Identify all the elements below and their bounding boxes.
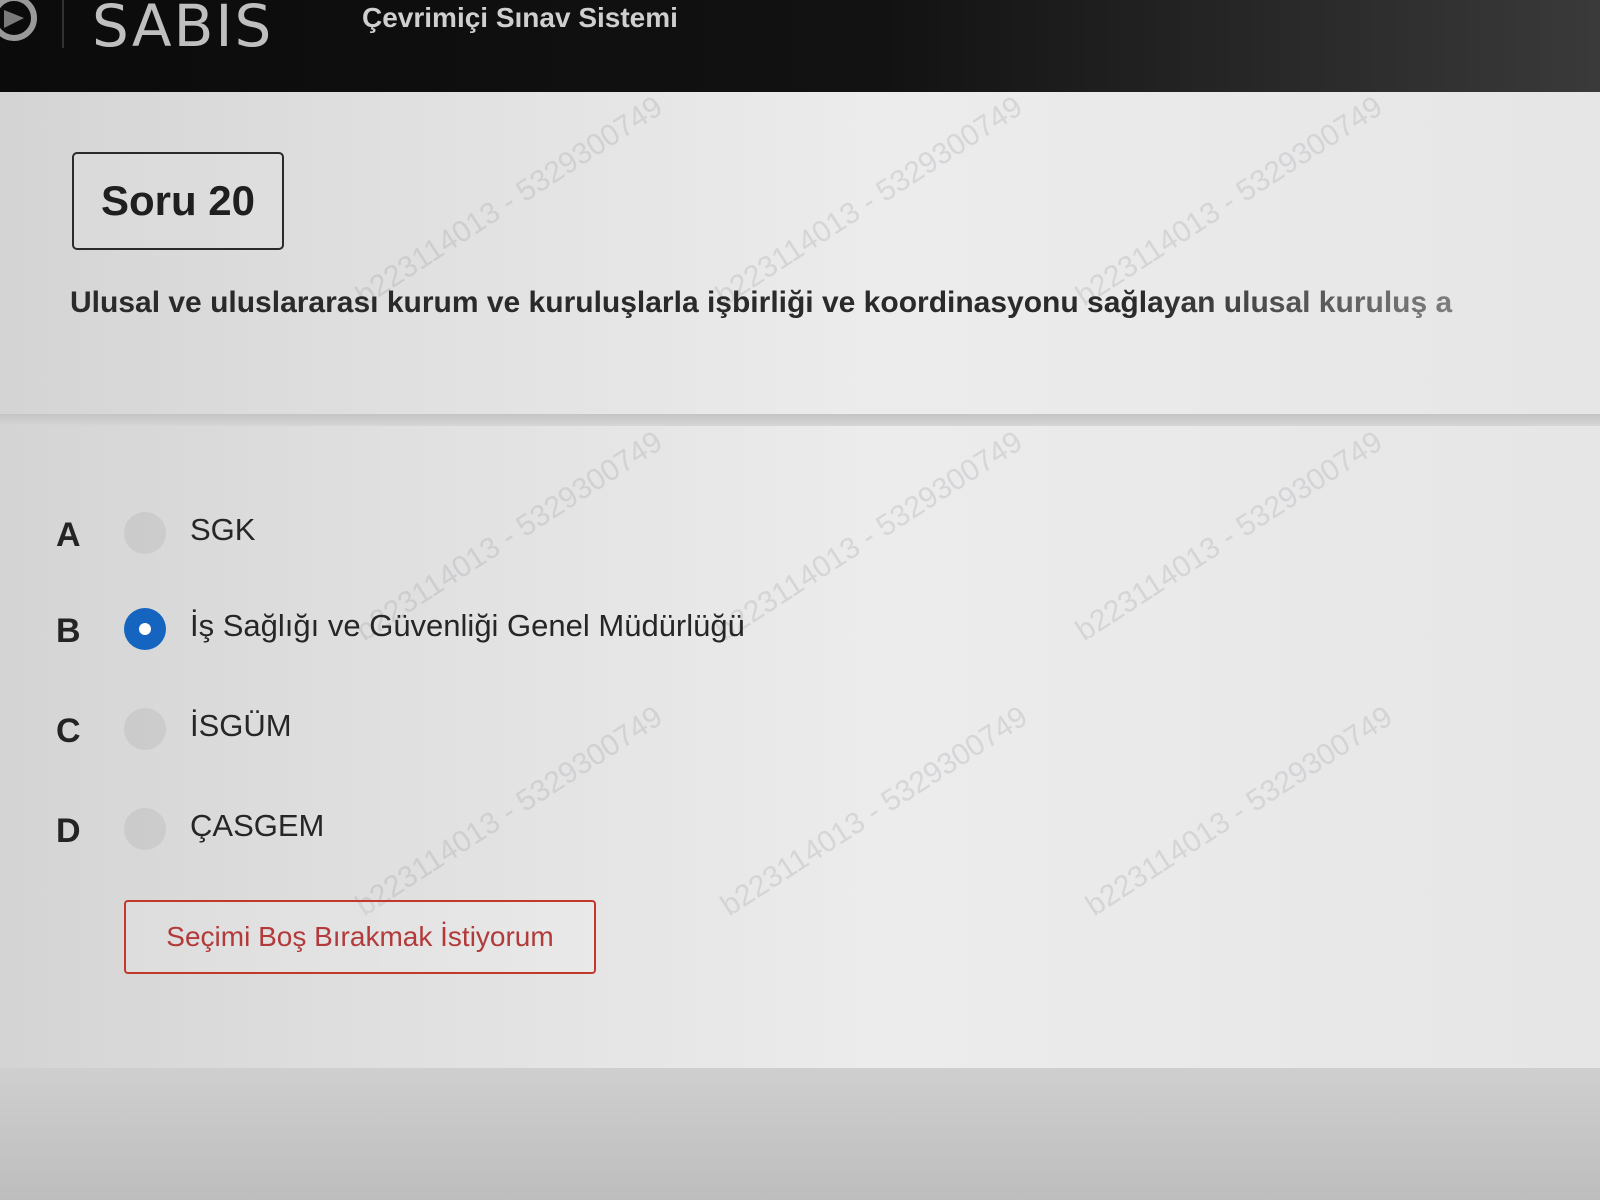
- option-label: İSGÜM: [190, 708, 292, 743]
- brand-title: SABİS: [92, 0, 274, 60]
- radio-button-selected[interactable]: [124, 608, 166, 650]
- question-number-box: Soru 20: [72, 152, 284, 250]
- radio-button[interactable]: [124, 512, 166, 554]
- section-divider: [0, 414, 1600, 426]
- option-label: SGK: [190, 512, 256, 547]
- option-b[interactable]: B İş Sağlığı ve Güvenliği Genel Müdürlüğ…: [0, 608, 900, 672]
- leave-blank-button[interactable]: Seçimi Boş Bırakmak İstiyorum: [124, 900, 596, 974]
- logo-divider: [62, 0, 64, 48]
- option-label: ÇASGEM: [190, 808, 325, 843]
- option-letter: D: [56, 812, 81, 850]
- option-letter: B: [56, 612, 81, 650]
- app-subtitle: Çevrimiçi Sınav Sistemi: [362, 2, 678, 33]
- option-letter: A: [56, 516, 81, 554]
- sabis-logo-icon: [0, 0, 37, 41]
- option-a[interactable]: A SGK: [0, 512, 900, 576]
- option-label: İş Sağlığı ve Güvenliği Genel Müdürlüğü: [190, 608, 745, 643]
- radio-button[interactable]: [124, 808, 166, 850]
- radio-button[interactable]: [124, 708, 166, 750]
- top-bar: SABİS Çevrimiçi Sınav Sistemi: [0, 0, 1600, 92]
- option-letter: C: [56, 712, 81, 750]
- option-c[interactable]: C İSGÜM: [0, 708, 900, 772]
- option-d[interactable]: D ÇASGEM: [0, 808, 900, 872]
- question-text: Ulusal ve uluslararası kurum ve kuruluşl…: [70, 286, 1453, 319]
- bottom-band: [0, 1068, 1600, 1200]
